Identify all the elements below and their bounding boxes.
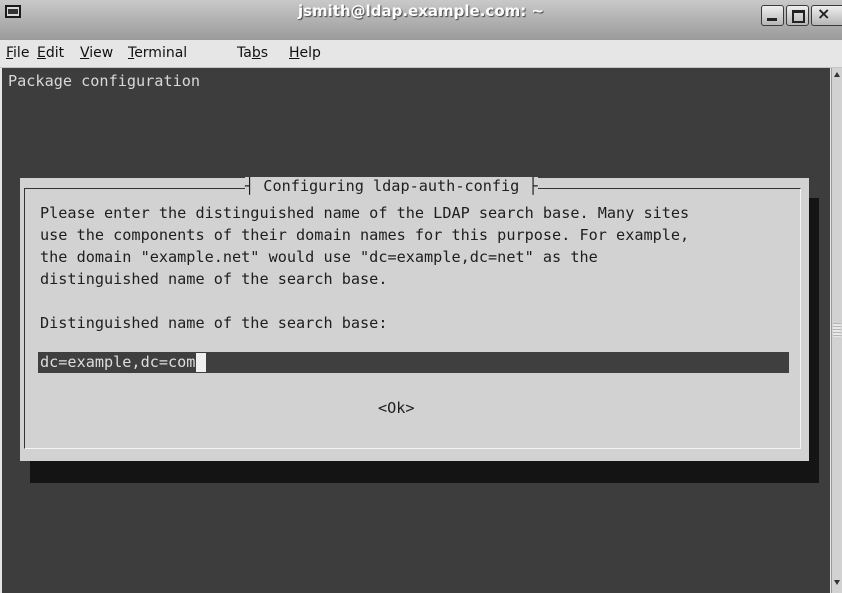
scroll-up-arrow-icon[interactable] — [834, 72, 840, 77]
menu-view[interactable]: View — [80, 45, 113, 61]
vertical-scrollbar[interactable] — [831, 68, 842, 593]
window-title: jsmith@ldap.example.com: ~ — [297, 2, 545, 20]
terminal-window: jsmith@ldap.example.com: ~ × File Edit V… — [0, 0, 842, 593]
minimize-icon — [767, 18, 777, 21]
search-base-input-value[interactable]: dc=example,dc=com — [40, 353, 207, 372]
menu-tabs[interactable]: Tabs — [237, 45, 268, 61]
menu-help[interactable]: Help — [289, 45, 321, 61]
menu-file[interactable]: File — [6, 45, 29, 61]
dialog-description-line: the domain "example.net" would use "dc=e… — [40, 248, 598, 266]
dialog-description-line: distinguished name of the search base. — [40, 270, 388, 288]
close-button[interactable]: × — [811, 4, 842, 26]
dialog-title: ┤ Configuring ldap-auth-config ├ — [245, 177, 538, 195]
maximize-button[interactable] — [786, 5, 809, 26]
package-configuration-heading: Package configuration — [8, 72, 201, 90]
text-cursor — [196, 353, 207, 372]
menu-terminal[interactable]: Terminal — [128, 45, 187, 61]
dialog-description-line: use the components of their domain names… — [40, 226, 690, 244]
title-bar[interactable]: jsmith@ldap.example.com: ~ × — [0, 0, 842, 41]
close-icon: × — [817, 4, 831, 23]
ok-button[interactable]: <Ok> — [378, 399, 415, 417]
menu-bar: File Edit View Terminal Tabs Help — [0, 40, 842, 68]
scroll-down-arrow-icon[interactable] — [834, 580, 840, 585]
menu-edit[interactable]: Edit — [37, 45, 64, 61]
maximize-icon — [792, 10, 805, 23]
dialog-description-line: Please enter the distinguished name of t… — [40, 204, 690, 222]
input-prompt-label: Distinguished name of the search base: — [40, 314, 388, 332]
minimize-button[interactable] — [761, 5, 784, 26]
scroll-thumb[interactable] — [833, 323, 841, 337]
